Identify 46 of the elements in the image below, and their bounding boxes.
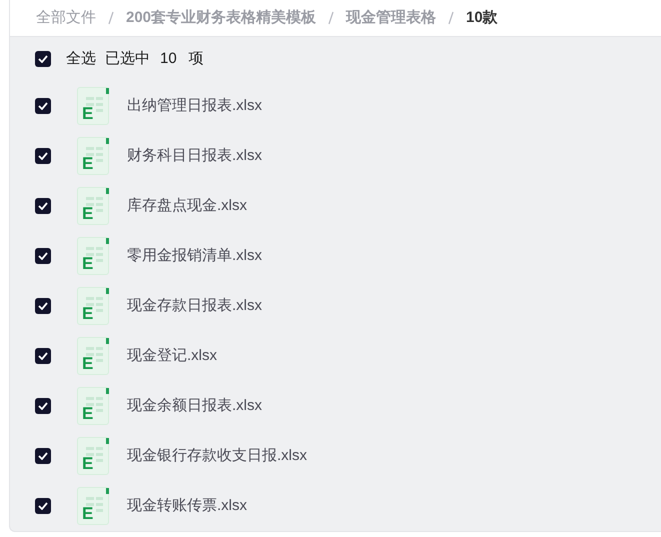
check-icon bbox=[38, 502, 48, 510]
check-icon bbox=[38, 352, 48, 360]
checkbox[interactable] bbox=[35, 148, 51, 164]
select-all-label[interactable]: 全选 bbox=[66, 48, 96, 70]
checkbox[interactable] bbox=[35, 298, 51, 314]
check-icon bbox=[38, 252, 48, 260]
spreadsheet-file-icon: E bbox=[77, 387, 109, 425]
check-icon bbox=[38, 302, 48, 310]
file-name[interactable]: 现金存款日报表.xlsx bbox=[127, 294, 262, 318]
spreadsheet-file-icon: E bbox=[77, 187, 109, 225]
file-name[interactable]: 现金银行存款收支日报.xlsx bbox=[127, 444, 307, 468]
file-name[interactable]: 现金余额日报表.xlsx bbox=[127, 394, 262, 418]
checkbox[interactable] bbox=[35, 198, 51, 214]
spreadsheet-file-icon: E bbox=[77, 137, 109, 175]
slash-separator-icon bbox=[448, 10, 454, 25]
checkbox[interactable] bbox=[35, 348, 51, 364]
spreadsheet-file-icon: E bbox=[77, 437, 109, 475]
selected-count: 10 bbox=[160, 48, 177, 69]
file-name[interactable]: 库存盘点现金.xlsx bbox=[127, 194, 247, 218]
spreadsheet-file-icon: E bbox=[77, 487, 109, 525]
breadcrumb-link[interactable]: 10款 bbox=[466, 6, 498, 30]
checkbox[interactable] bbox=[35, 448, 51, 464]
checkbox[interactable] bbox=[35, 98, 51, 114]
spreadsheet-file-icon: E bbox=[77, 237, 109, 275]
slash-separator-icon bbox=[328, 10, 334, 25]
check-icon bbox=[38, 54, 48, 63]
file-name[interactable]: 现金登记.xlsx bbox=[127, 344, 217, 368]
file-name[interactable]: 出纳管理日报表.xlsx bbox=[127, 94, 262, 118]
file-name[interactable]: 零用金报销清单.xlsx bbox=[127, 244, 262, 268]
slash-separator-icon bbox=[108, 10, 114, 25]
checkbox[interactable] bbox=[35, 498, 51, 514]
check-icon bbox=[38, 152, 48, 160]
check-icon bbox=[38, 452, 48, 460]
check-icon bbox=[38, 202, 48, 210]
checkbox[interactable] bbox=[35, 398, 51, 414]
spreadsheet-file-icon: E bbox=[77, 87, 109, 125]
spreadsheet-file-icon: E bbox=[77, 337, 109, 375]
selected-label: 已选中 bbox=[105, 48, 150, 69]
file-name[interactable]: 财务科目日报表.xlsx bbox=[127, 144, 262, 168]
spreadsheet-file-icon: E bbox=[77, 287, 109, 325]
check-icon bbox=[38, 102, 48, 110]
checkbox[interactable] bbox=[35, 248, 51, 264]
file-name[interactable]: 现金转账传票.xlsx bbox=[127, 494, 247, 518]
check-icon bbox=[38, 402, 48, 410]
checkbox[interactable] bbox=[35, 50, 51, 67]
selected-unit: 项 bbox=[188, 48, 204, 69]
